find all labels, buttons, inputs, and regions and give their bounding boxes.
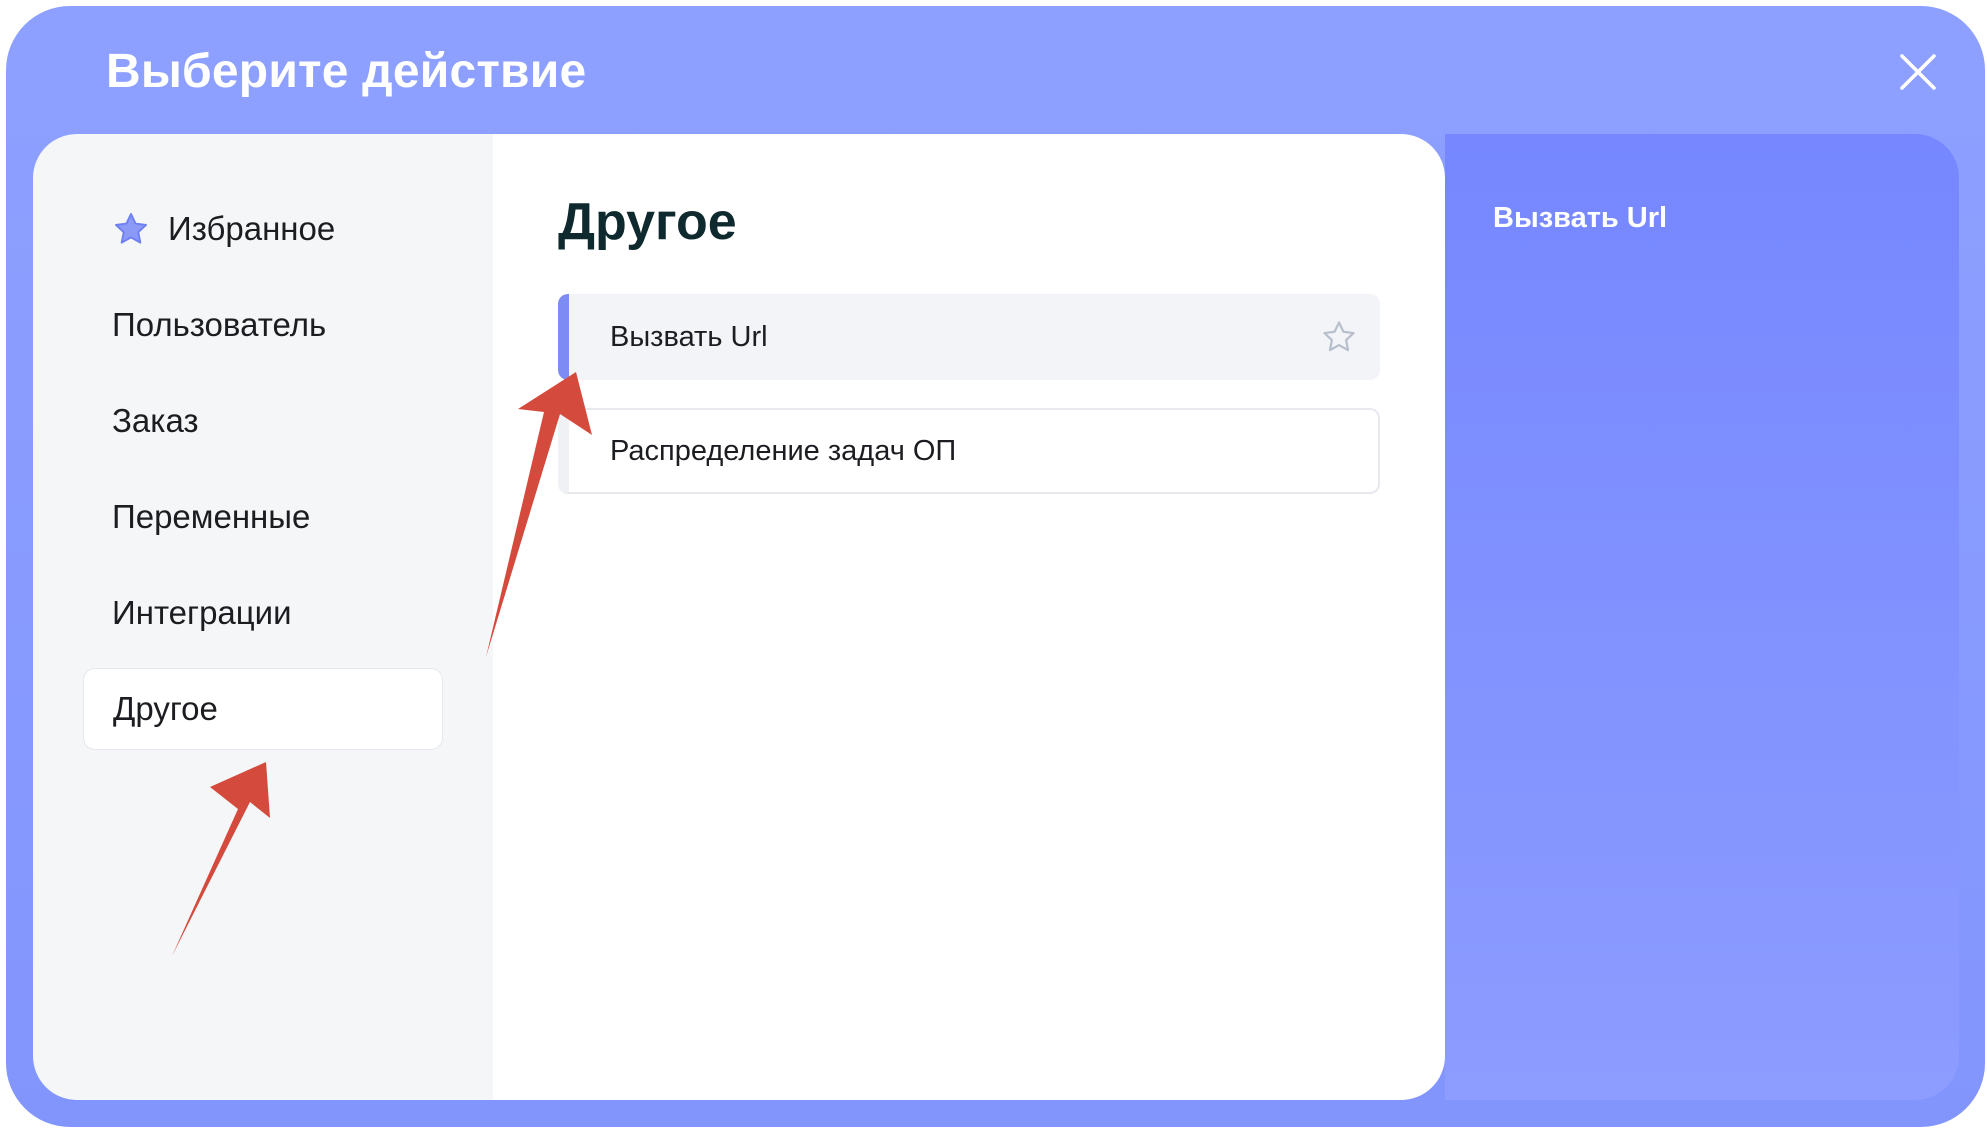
action-item-task-distribution[interactable]: Распределение задач ОП: [558, 408, 1380, 494]
sidebar-item-user[interactable]: Пользователь: [83, 284, 443, 366]
sidebar-item-label: Переменные: [112, 498, 311, 535]
sidebar-item-label: Другое: [113, 690, 218, 727]
close-button[interactable]: [1896, 50, 1940, 94]
dialog-content: Избранное Пользователь Заказ Переменные …: [33, 134, 1959, 1100]
sidebar-item-order[interactable]: Заказ: [83, 380, 443, 462]
section-title: Другое: [558, 193, 737, 251]
sidebar-item-integrations[interactable]: Интеграции: [83, 572, 443, 654]
dialog-title: Выберите действие: [106, 45, 587, 98]
sidebar-item-label: Пользователь: [112, 306, 327, 343]
sidebar-item-label: Заказ: [112, 402, 199, 439]
sidebar-item-other[interactable]: Другое: [83, 668, 443, 750]
sidebar-item-variables[interactable]: Переменные: [83, 476, 443, 558]
action-preview-panel: Вызвать Url: [1445, 134, 1959, 1100]
action-item-call-url[interactable]: Вызвать Url: [558, 294, 1380, 380]
actions-panel: Другое Вызвать Url Распределение задач О…: [493, 134, 1445, 1100]
action-item-label: Распределение задач ОП: [610, 434, 957, 467]
sidebar-item-label: Избранное: [168, 210, 336, 247]
action-item-label: Вызвать Url: [610, 320, 768, 353]
action-picker-dialog: Выберите действие Избранное Пользователь…: [6, 6, 1985, 1127]
sidebar-item-favorites[interactable]: Избранное: [83, 188, 443, 270]
sidebar-item-label: Интеграции: [112, 594, 292, 631]
star-icon: [112, 210, 150, 248]
category-sidebar: Избранное Пользователь Заказ Переменные …: [33, 134, 493, 1100]
star-outline-icon[interactable]: [1320, 318, 1358, 356]
close-icon: [1900, 54, 1936, 90]
preview-title: Вызвать Url: [1493, 202, 1668, 234]
